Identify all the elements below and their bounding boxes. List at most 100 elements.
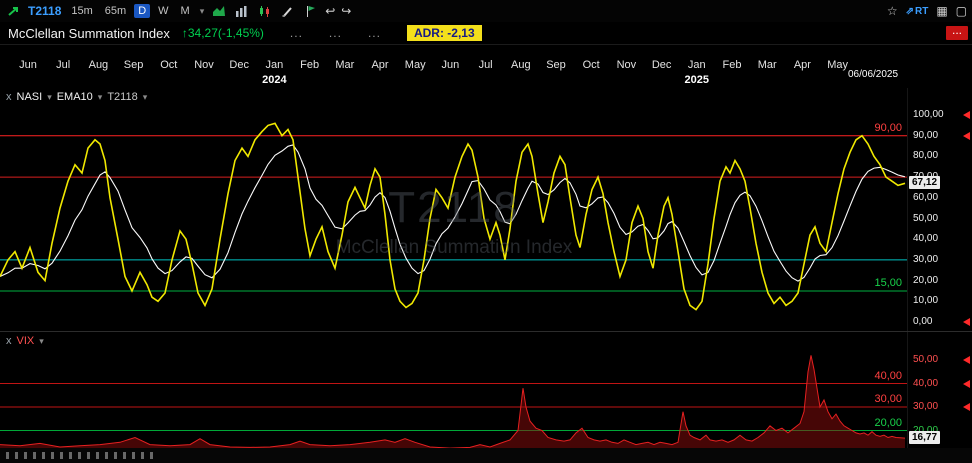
year-label: 2024 [262,74,287,86]
main-price-axis[interactable]: 100,0090,0080,0070,0060,0050,0040,0030,0… [907,88,972,331]
price-axis-label: 30,00 [913,253,939,265]
vix-chart-canvas[interactable] [0,332,908,449]
ema10-dropdown-icon[interactable]: ▾ [98,92,103,103]
month-label: Sep [546,59,566,71]
month-label: Jul [56,59,71,71]
timeframe-M[interactable]: M [177,4,194,18]
vix-dropdown-icon[interactable]: ▾ [39,336,44,347]
collapsed-indicator-3[interactable]: ... [368,26,381,40]
chart-title-bar: McClellan Summation Index ↑ 34,27 (-1,45… [0,22,972,44]
last-date-label: 06/06/2025 [848,69,899,80]
month-label: Oct [582,59,600,71]
vix-panel: x VIX ▾ 50,00 40,00 30,00 20,00 16,77 40,00 3… [0,331,972,449]
month-label: Aug [511,59,531,71]
price-marker-icon [963,318,970,326]
star-icon[interactable]: ☆ [887,4,898,18]
price-axis-label: 20,00 [913,274,939,286]
price-axis-label: 80,00 [913,150,939,162]
price-axis-label: 10,00 [913,295,939,307]
level-label: 15,00 [874,276,902,289]
vix-axis-label: 50,00 [913,354,939,365]
flag-icon[interactable] [302,4,319,19]
level-label: 90,00 [874,121,902,134]
clipped-bottom-content [6,452,156,459]
main-chart-canvas[interactable] [0,88,908,331]
main-legend: x NASI ▾ EMA10 ▾ T2118 ▾ [6,91,147,103]
bar-chart-icon[interactable] [233,4,250,19]
overflow-menu-button[interactable]: ... [946,24,968,40]
price-axis-label: 100,00 [913,109,944,120]
change-value: 34,27 [187,26,218,40]
legend-ema10[interactable]: EMA10 [57,91,93,103]
timeframe-group: 15m 65m D W M [67,4,193,18]
legend-close-icon[interactable]: x [6,91,12,103]
year-label: 2025 [684,74,710,86]
nasi-dropdown-icon[interactable]: ▾ [47,92,52,103]
month-label: Jul [478,59,493,71]
change-readout: ↑ 34,27 (-1,45%) [182,26,264,40]
month-label: Nov [616,59,637,71]
month-label: Dec [651,59,672,71]
collapsed-indicator-2[interactable]: ... [329,26,342,40]
price-axis-label: 0,00 [913,316,933,327]
month-label: May [404,59,426,71]
month-label: Jan [687,59,706,71]
month-label: Feb [722,59,742,71]
legend-nasi[interactable]: NASI [17,91,43,103]
legend-vix[interactable]: VIX [17,335,35,347]
timeframe-65m[interactable]: 65m [101,4,130,18]
bottom-bar [0,448,972,463]
vix-price-marker-icon [963,403,970,411]
main-chart-panel: T2118 McClellan Summation Index x NASI ▾… [0,88,972,331]
month-label: Sep [123,59,144,71]
chart-title: McClellan Summation Index [8,25,170,41]
vix-axis-label: 30,00 [913,401,939,412]
vix-legend-close-icon[interactable]: x [6,335,12,347]
symbol-label[interactable]: T2118 [28,4,61,18]
price-axis-label: 90,00 [913,129,939,141]
month-label: Jan [265,59,284,71]
month-label: Apr [793,59,811,71]
pencil-icon[interactable] [279,4,296,19]
undo-icon[interactable]: ↩ [325,4,335,18]
month-label: Nov [194,59,214,71]
toolbar-right-group: ☆ ⇗ RT ▦ ▢ [887,4,967,18]
month-label: Apr [371,59,389,71]
rt-arrow-icon: ⇗ [905,5,914,17]
month-label: May [827,59,848,71]
time-axis[interactable]: Jun Jul Aug Sep Oct Nov Dec Jan Feb Mar Apr May Jun J… [0,44,972,89]
layout-grid-icon[interactable]: ▦ [936,4,947,18]
vix-legend: x VIX ▾ [6,335,44,347]
vix-axis-label: 40,00 [913,377,939,389]
area-chart-icon[interactable] [210,4,227,19]
price-axis-label: 50,00 [913,212,939,224]
trading-app-window: T2118 15m 65m D W M ▾ ↩ ↪ ☆ ⇗ RT ▦ ▢ McC… [0,0,972,463]
timeframe-D[interactable]: D [134,4,151,18]
candlestick-icon[interactable] [256,4,273,19]
month-label: Feb [300,59,320,71]
rt-label: RT [914,5,929,17]
top-toolbar: T2118 15m 65m D W M ▾ ↩ ↪ ☆ ⇗ RT ▦ ▢ [0,0,972,23]
vix-price-marker-icon [963,379,970,388]
window-icon[interactable]: ▢ [956,4,967,18]
collapsed-indicator-1[interactable]: ... [290,26,303,40]
adr-chip[interactable]: ADR: -2,13 [406,25,482,41]
app-icon[interactable] [5,4,22,19]
month-label: Jun [441,59,460,71]
legend-t2118[interactable]: T2118 [107,91,137,103]
month-label: Aug [88,59,109,71]
timeframe-W[interactable]: W [154,4,172,18]
price-marker-icon [963,111,970,119]
timeframe-15m[interactable]: 15m [67,4,96,18]
price-marker-icon [963,131,970,140]
realtime-indicator[interactable]: ⇗ RT [906,6,929,17]
price-axis-label: 60,00 [913,191,939,203]
t2118-dropdown-icon[interactable]: ▾ [143,92,148,103]
vix-price-axis[interactable]: 50,00 40,00 30,00 20,00 16,77 [907,332,972,449]
redo-icon[interactable]: ↪ [341,4,351,18]
timeframe-dropdown-icon[interactable]: ▾ [200,6,205,17]
adr-label: ADR: [413,26,444,40]
vix-last-value-badge: 16,77 [909,431,941,445]
month-label: Jun [19,59,37,71]
month-label: Mar [335,59,355,71]
